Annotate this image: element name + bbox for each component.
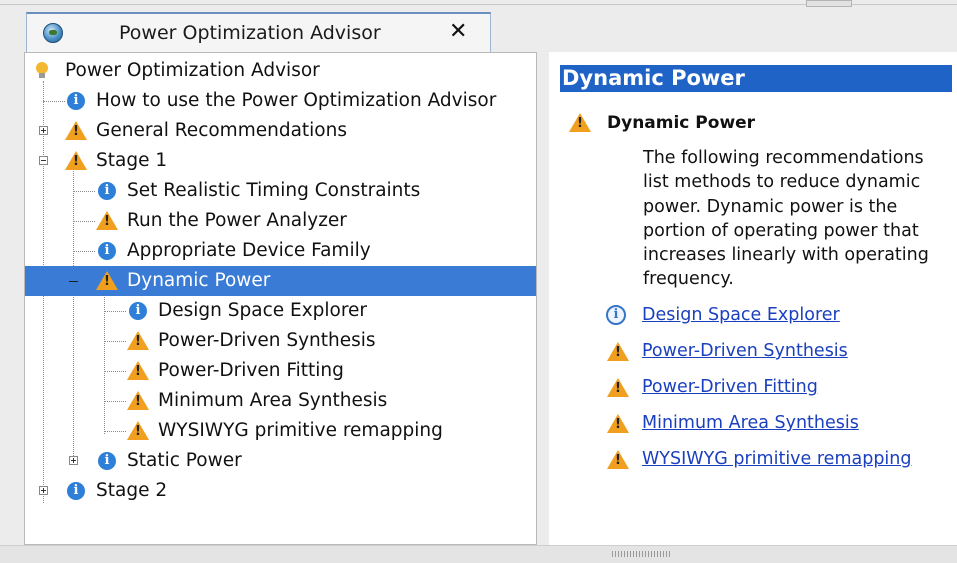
warning-icon	[127, 421, 149, 440]
tree-item-appropriate-device-family[interactable]: i Appropriate Device Family	[25, 236, 536, 266]
tree-item-root[interactable]: Power Optimization Advisor	[25, 56, 536, 86]
tree-item-label: Static Power	[127, 450, 242, 471]
resize-grip[interactable]	[612, 551, 672, 557]
lightbulb-icon	[33, 62, 51, 80]
tree-item-stage-2[interactable]: i Stage 2	[25, 476, 536, 506]
tab-power-optimization-advisor[interactable]: Power Optimization Advisor ✕	[26, 12, 491, 52]
tree-item-general-recommendations[interactable]: General Recommendations	[25, 116, 536, 146]
globe-icon	[43, 23, 63, 43]
description-line: increases linearly with operating	[643, 245, 929, 266]
link-power-driven-fitting[interactable]: Power-Driven Fitting	[642, 377, 818, 397]
info-icon: i	[606, 305, 626, 325]
tree-item-dynamic-power[interactable]: Dynamic Power	[25, 266, 536, 296]
warning-icon	[607, 342, 629, 361]
description: The following recommendations list metho…	[643, 146, 949, 292]
tree-item-run-power-analyzer[interactable]: Run the Power Analyzer	[25, 206, 536, 236]
tree-item-set-realistic-timing[interactable]: i Set Realistic Timing Constraints	[25, 176, 536, 206]
info-icon: i	[98, 452, 116, 470]
detail-panel: Dynamic Power Dynamic Power The followin…	[549, 52, 957, 545]
expand-icon[interactable]	[39, 486, 48, 495]
info-icon: i	[129, 302, 147, 320]
tree-item-label: Appropriate Device Family	[127, 240, 371, 261]
link-wysiwyg-remapping[interactable]: WYSIWYG primitive remapping	[642, 449, 912, 469]
collapse-icon[interactable]	[39, 156, 48, 165]
warning-icon	[65, 121, 87, 140]
warning-icon	[65, 151, 87, 170]
section-title: Dynamic Power	[607, 113, 756, 133]
tab-title: Power Optimization Advisor	[119, 22, 381, 44]
tree-item-design-space-explorer[interactable]: i Design Space Explorer	[25, 296, 536, 326]
warning-icon	[96, 211, 118, 230]
link-power-driven-synthesis[interactable]: Power-Driven Synthesis	[642, 341, 848, 361]
tree-item-label: Stage 2	[96, 480, 168, 501]
tree-item-power-driven-fitting[interactable]: Power-Driven Fitting	[25, 356, 536, 386]
description-line: list methods to reduce dynamic	[643, 172, 921, 193]
tab-bar: Power Optimization Advisor ✕	[0, 0, 957, 53]
expand-icon[interactable]	[69, 456, 78, 465]
tree-item-label: How to use the Power Optimization Adviso…	[96, 90, 497, 111]
description-line: power. Dynamic power is the	[643, 196, 898, 217]
tree-item-minimum-area-synthesis[interactable]: Minimum Area Synthesis	[25, 386, 536, 416]
panel-splitter[interactable]	[537, 52, 549, 547]
link-design-space-explorer[interactable]: Design Space Explorer	[642, 305, 840, 325]
description-line: frequency.	[643, 269, 734, 290]
collapse-icon[interactable]	[69, 281, 78, 282]
toolbar-button[interactable]	[806, 0, 852, 7]
warning-icon	[127, 361, 149, 380]
tree-item-label: Power Optimization Advisor	[65, 60, 320, 81]
tree-item-label: General Recommendations	[96, 120, 347, 141]
warning-icon	[569, 113, 591, 132]
warning-icon	[607, 450, 629, 469]
tree-item-label: Design Space Explorer	[158, 300, 368, 321]
tree-item-label: Set Realistic Timing Constraints	[127, 180, 421, 201]
advisor-tree: Power Optimization Advisor i How to use …	[24, 52, 537, 545]
warning-icon	[127, 331, 149, 350]
info-icon: i	[67, 482, 85, 500]
close-icon[interactable]: ✕	[449, 19, 467, 44]
tree-item-wysiwyg-remapping[interactable]: WYSIWYG primitive remapping	[25, 416, 536, 446]
tree-item-label: WYSIWYG primitive remapping	[158, 420, 443, 441]
tree-item-power-driven-synthesis[interactable]: Power-Driven Synthesis	[25, 326, 536, 356]
tree-item-label: Power-Driven Synthesis	[158, 330, 376, 351]
left-gutter	[0, 52, 24, 562]
tree-item-label: Dynamic Power	[127, 270, 271, 291]
bottom-bar	[0, 545, 957, 563]
tree-item-static-power[interactable]: i Static Power	[25, 446, 536, 476]
warning-icon	[96, 271, 118, 290]
tree-item-label: Minimum Area Synthesis	[158, 390, 388, 411]
link-minimum-area-synthesis[interactable]: Minimum Area Synthesis	[642, 413, 859, 433]
detail-header: Dynamic Power	[560, 65, 952, 92]
description-line: portion of operating power that	[643, 220, 919, 241]
info-icon: i	[98, 242, 116, 260]
description-line: The following recommendations	[643, 148, 924, 168]
info-icon: i	[67, 92, 85, 110]
tree-item-label: Run the Power Analyzer	[127, 210, 347, 231]
warning-icon	[127, 391, 149, 410]
warning-icon	[607, 378, 629, 397]
tree-item-label: Power-Driven Fitting	[158, 360, 344, 381]
info-icon: i	[98, 182, 116, 200]
tree-item-stage-1[interactable]: Stage 1	[25, 146, 536, 176]
tree-item-label: Stage 1	[96, 150, 168, 171]
warning-icon	[607, 414, 629, 433]
tree-item-how-to-use[interactable]: i How to use the Power Optimization Advi…	[25, 86, 536, 116]
expand-icon[interactable]	[39, 126, 48, 135]
